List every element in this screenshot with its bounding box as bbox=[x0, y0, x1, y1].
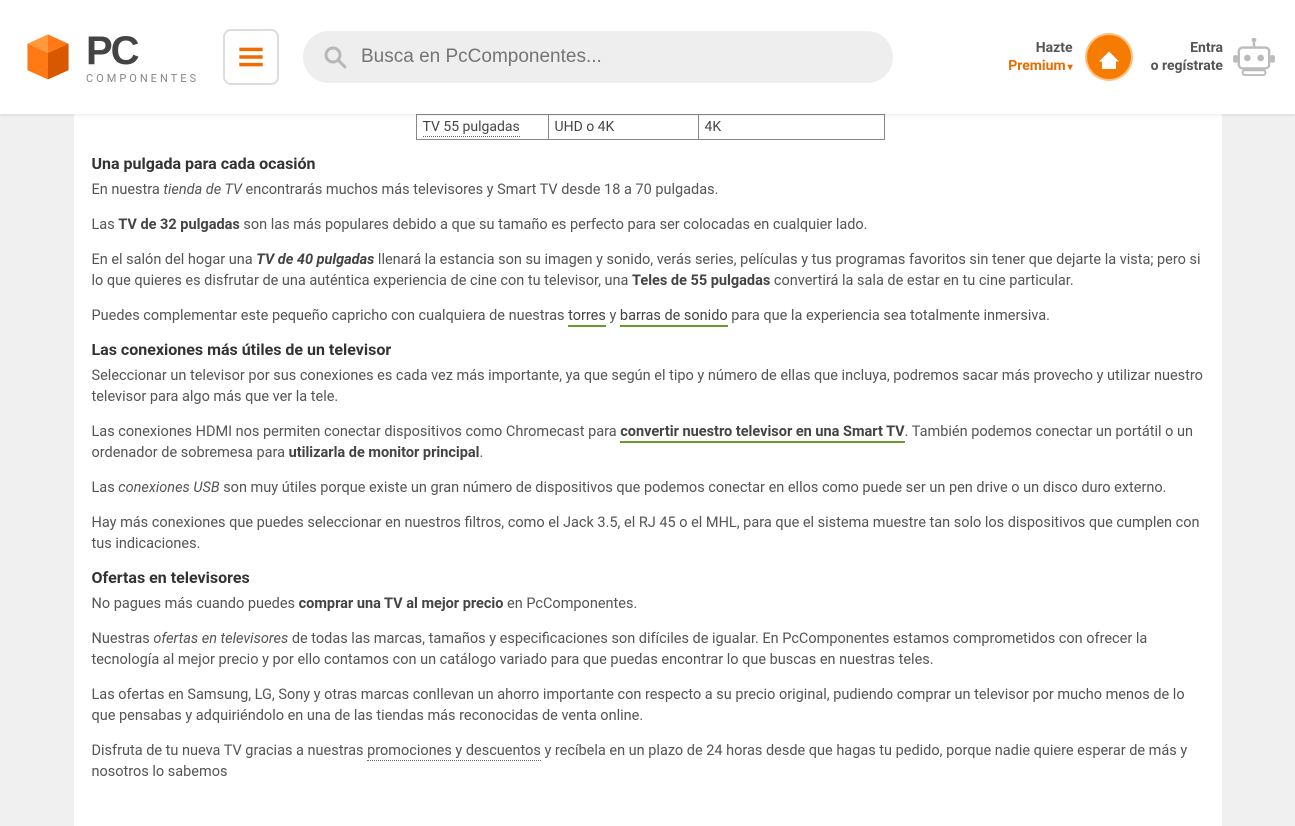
para: En el salón del hogar una TV de 40 pulga… bbox=[92, 249, 1204, 291]
premium-line1: Hazte bbox=[1008, 39, 1072, 57]
login-line1: Entra bbox=[1151, 39, 1223, 57]
search-box[interactable] bbox=[303, 31, 893, 83]
search-container bbox=[303, 31, 893, 83]
para: Disfruta de tu nueva TV gracias a nuestr… bbox=[92, 740, 1204, 782]
logo-icon bbox=[20, 29, 76, 85]
text: convertirá la sala de estar en tu cine p… bbox=[770, 272, 1073, 289]
premium-link[interactable]: Hazte Premium bbox=[1008, 35, 1130, 79]
text-bold: comprar una TV al mejor precio bbox=[299, 595, 504, 612]
para: Hay más conexiones que puedes selecciona… bbox=[92, 512, 1204, 554]
site-header: PC COMPONENTES Hazte Premium bbox=[0, 0, 1295, 114]
text: En nuestra bbox=[92, 181, 164, 198]
section-heading-pulgada: Una pulgada para cada ocasión bbox=[92, 154, 1204, 173]
text: Las conexiones HDMI nos permiten conecta… bbox=[92, 423, 621, 440]
premium-line2: Premium bbox=[1008, 57, 1072, 75]
text-italic: tienda de TV bbox=[163, 181, 242, 198]
link-torres[interactable]: torres bbox=[568, 307, 606, 327]
text: Puedes complementar este pequeño caprich… bbox=[92, 307, 569, 324]
text: son las más populares debido a que su ta… bbox=[240, 216, 868, 233]
para: Las ofertas en Samsung, LG, Sony y otras… bbox=[92, 684, 1204, 726]
content-area: TV 55 pulgadas UHD o 4K 4K Una pulgada p… bbox=[74, 114, 1222, 826]
para: Las conexiones HDMI nos permiten conecta… bbox=[92, 421, 1204, 463]
text-italic: ofertas en televisores bbox=[153, 630, 288, 647]
para: Puedes complementar este pequeño caprich… bbox=[92, 305, 1204, 326]
text-bold: utilizarla de monitor principal bbox=[289, 444, 480, 461]
premium-badge-icon bbox=[1087, 35, 1131, 79]
table-cell: UHD o 4K bbox=[548, 115, 698, 140]
robot-icon bbox=[1233, 38, 1275, 76]
search-icon bbox=[323, 45, 347, 69]
para: Nuestras ofertas en televisores de todas… bbox=[92, 628, 1204, 670]
search-input[interactable] bbox=[361, 46, 873, 68]
text: en PcComponentes. bbox=[503, 595, 637, 612]
text: Las bbox=[92, 216, 119, 233]
text-italic: conexiones USB bbox=[118, 479, 219, 496]
para: En nuestra tienda de TV encontrarás much… bbox=[92, 179, 1204, 200]
section-heading-conexiones: Las conexiones más útiles de un televiso… bbox=[92, 340, 1204, 359]
text: En el salón del hogar una bbox=[92, 251, 257, 268]
table-cell: 4K bbox=[698, 115, 884, 140]
text: encontrarás muchos más televisores y Sma… bbox=[242, 181, 718, 198]
text: No pagues más cuando puedes bbox=[92, 595, 299, 612]
header-right: Hazte Premium Entra o regístrate bbox=[1008, 35, 1275, 79]
text: Disfruta de tu nueva TV gracias a nuestr… bbox=[92, 742, 368, 759]
text: y bbox=[606, 307, 620, 324]
premium-text: Hazte Premium bbox=[1008, 39, 1072, 75]
text: para que la experiencia sea totalmente i… bbox=[728, 307, 1050, 324]
logo-brand: PC bbox=[86, 31, 199, 71]
text-bold: TV de 32 pulgadas bbox=[118, 216, 240, 233]
para: No pagues más cuando puedes comprar una … bbox=[92, 593, 1204, 614]
section-heading-ofertas: Ofertas en televisores bbox=[92, 568, 1204, 587]
logo-link[interactable]: PC COMPONENTES bbox=[20, 29, 199, 85]
text: Las bbox=[92, 479, 119, 496]
resolution-table: TV 55 pulgadas UHD o 4K 4K bbox=[416, 114, 885, 140]
text: Nuestras bbox=[92, 630, 154, 647]
table-row: TV 55 pulgadas UHD o 4K 4K bbox=[416, 115, 884, 140]
para: Las TV de 32 pulgadas son las más popula… bbox=[92, 214, 1204, 235]
menu-button[interactable] bbox=[223, 29, 279, 85]
text-bold-italic: TV de 40 pulgadas bbox=[256, 251, 374, 268]
text-bold: Teles de 55 pulgadas bbox=[632, 272, 770, 289]
hamburger-icon bbox=[237, 43, 265, 71]
logo-subtext: COMPONENTES bbox=[86, 73, 199, 84]
link-barras-sonido[interactable]: barras de sonido bbox=[620, 307, 728, 327]
link-promociones[interactable]: promociones y descuentos bbox=[367, 742, 541, 761]
tv-size-link[interactable]: TV 55 pulgadas bbox=[423, 119, 520, 137]
para: Las conexiones USB son muy útiles porque… bbox=[92, 477, 1204, 498]
login-line2: o regístrate bbox=[1151, 57, 1223, 75]
para: Seleccionar un televisor por sus conexio… bbox=[92, 365, 1204, 407]
link-smart-tv[interactable]: convertir nuestro televisor en una Smart… bbox=[620, 423, 904, 443]
table-cell: TV 55 pulgadas bbox=[416, 115, 548, 140]
text: . bbox=[480, 444, 484, 461]
text: son muy útiles porque existe un gran núm… bbox=[220, 479, 1167, 496]
logo-text: PC COMPONENTES bbox=[86, 31, 199, 84]
login-text: Entra o regístrate bbox=[1151, 39, 1223, 75]
login-link[interactable]: Entra o regístrate bbox=[1151, 38, 1275, 76]
